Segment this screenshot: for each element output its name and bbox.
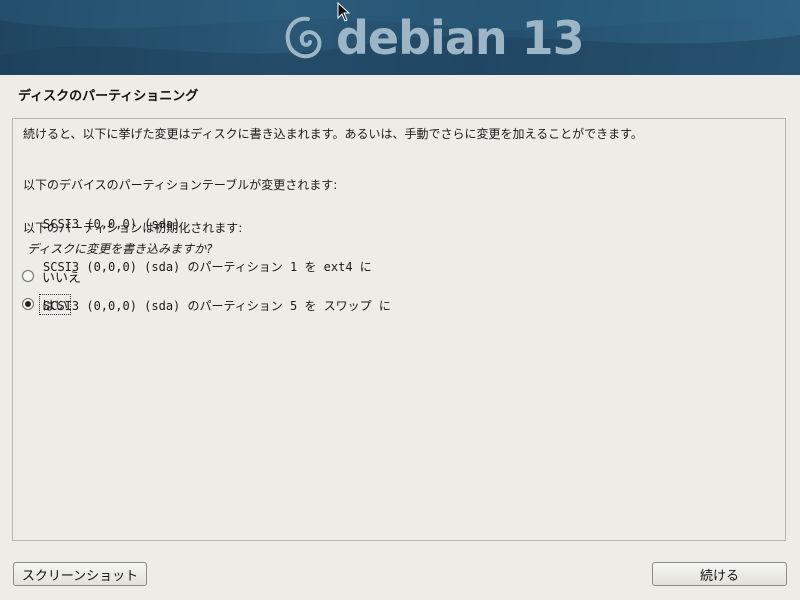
intro-text: 続けると、以下に挙げた変更はディスクに書き込まれます。あるいは、手動でさらに変更… [23,127,643,141]
radio-yes-icon[interactable] [22,298,34,310]
format-heading: 以下のパーティションは初期化されます: [23,221,243,235]
radio-yes-label[interactable]: はい [38,293,72,315]
radio-no-icon[interactable] [22,270,34,282]
debian-swirl-icon [285,16,322,59]
mouse-pointer-icon [337,2,351,22]
continue-button[interactable]: 続ける [652,562,787,586]
format-item: SCSI3 (0,0,0) (sda) のパーティション 5 を スワップ に [43,299,391,313]
debian-logo: debian 13 [282,10,585,66]
radio-option-yes[interactable]: はい [22,293,72,315]
screenshot-button[interactable]: スクリーンショット [13,562,147,586]
main-panel: 続けると、以下に挙げた変更はディスクに書き込まれます。あるいは、手動でさらに変更… [12,118,786,541]
debian-logo-text: debian 13 [336,11,585,65]
partition-table-heading: 以下のデバイスのパーティションテーブルが変更されます: [23,178,338,192]
debian-banner: debian 13 [0,0,800,75]
radio-no-label[interactable]: いいえ [40,267,83,286]
radio-option-no[interactable]: いいえ [22,266,83,286]
write-changes-question: ディスクに変更を書き込みますか? [27,242,213,256]
page-title: ディスクのパーティショニング [18,89,199,104]
